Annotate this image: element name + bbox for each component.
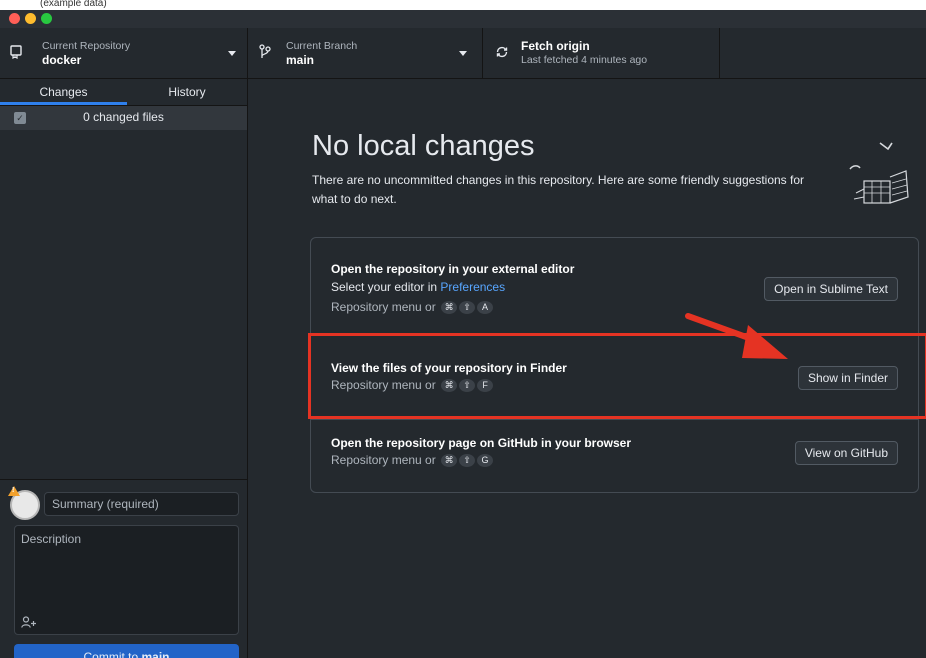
- arrow-annotation: [685, 313, 788, 359]
